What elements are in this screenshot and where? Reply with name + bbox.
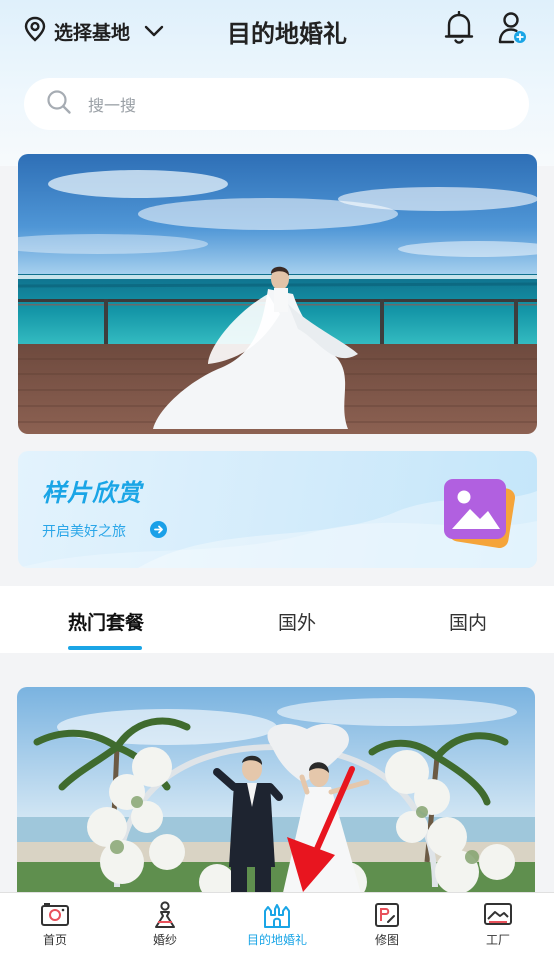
- search-bar[interactable]: 搜一搜: [24, 78, 529, 130]
- search-input[interactable]: 搜一搜: [88, 92, 136, 116]
- active-tab-indicator: [68, 646, 142, 650]
- tab-domestic[interactable]: 国内: [428, 608, 508, 635]
- banner-image[interactable]: [18, 154, 537, 434]
- sample-subtitle: 开启美好之旅: [42, 524, 126, 540]
- picture-icon: [442, 475, 518, 553]
- nav-label-wedding-dress: 婚纱: [152, 933, 177, 947]
- arrow-right-circle-icon[interactable]: [150, 521, 167, 538]
- nav-item-retouch[interactable]: 修图: [332, 893, 442, 953]
- sample-gallery-card[interactable]: 样片欣赏 开启美好之旅: [18, 451, 537, 568]
- bottom-navigation: 首页 婚纱 目的地婚礼 修图 工厂: [0, 892, 554, 953]
- nav-item-home[interactable]: 首页: [0, 893, 110, 953]
- tab-overseas[interactable]: 国外: [257, 608, 337, 635]
- nav-label-retouch: 修图: [374, 933, 399, 947]
- nav-label-home: 首页: [42, 933, 67, 947]
- nav-label-destination-wedding: 目的地婚礼: [246, 933, 307, 947]
- bell-icon[interactable]: [443, 10, 475, 49]
- nav-item-factory[interactable]: 工厂: [443, 893, 553, 953]
- search-icon: [46, 89, 72, 119]
- package-card-image[interactable]: [17, 687, 535, 897]
- nav-label-factory: 工厂: [485, 933, 510, 947]
- tab-hot-packages[interactable]: 热门套餐: [66, 608, 146, 635]
- nav-item-wedding-dress[interactable]: 婚纱: [110, 893, 220, 953]
- nav-item-destination-wedding[interactable]: 目的地婚礼: [222, 893, 332, 953]
- user-profile-icon[interactable]: [497, 11, 527, 49]
- sample-title: 样片欣赏: [42, 479, 142, 507]
